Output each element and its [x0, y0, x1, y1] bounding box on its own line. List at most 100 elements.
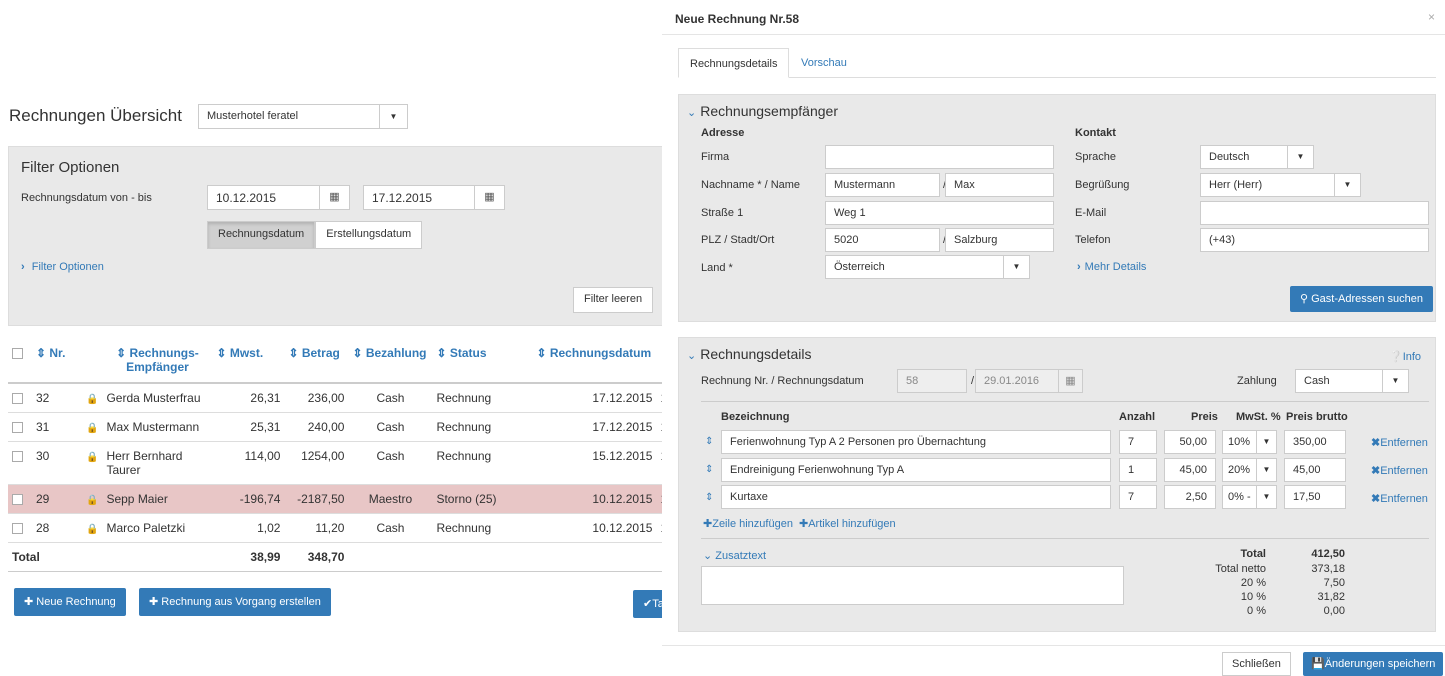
email-input[interactable] — [1200, 201, 1429, 225]
country-label: Land * — [701, 262, 733, 274]
invoice-nr: 29 — [32, 484, 82, 514]
details-heading-text: Rechnungsdetails — [700, 346, 812, 362]
info-link[interactable]: ❔Info — [1389, 350, 1421, 363]
select-all-checkbox[interactable] — [12, 348, 23, 360]
calendar-icon[interactable]: ▦ — [474, 186, 504, 209]
tab-invoice-details[interactable]: Rechnungsdetails — [678, 48, 790, 78]
new-invoice-modal: Neue Rechnung Nr.58 × Rechnungsdetails V… — [662, 0, 1445, 676]
drag-handle-icon[interactable]: ⇕ — [705, 492, 713, 503]
toggle-invoice-date[interactable]: Rechnungsdatum — [207, 221, 316, 249]
country-select[interactable]: Österreich ▼ — [825, 255, 1030, 279]
clear-filter-button[interactable]: Filter leeren — [573, 287, 654, 313]
table-row[interactable]: 30 🔒 Herr Bernhard Taurer 114,00 1254,00… — [8, 441, 670, 485]
filter-options-link[interactable]: › Filter Optionen — [21, 261, 104, 273]
line-quantity-input[interactable]: 7 — [1119, 430, 1157, 454]
extra-text-area[interactable] — [701, 566, 1124, 605]
line-price-input[interactable]: 2,50 — [1164, 485, 1216, 509]
info-label: Info — [1402, 351, 1422, 363]
chevron-down-icon: ⌄ — [687, 107, 697, 119]
col-quantity: Anzahl — [1119, 411, 1156, 423]
line-tax-select[interactable]: 20% ▼ — [1222, 458, 1277, 482]
extra-text-toggle[interactable]: ⌄ Zusatztext — [703, 549, 766, 562]
save-changes-button[interactable]: 💾Änderungen speichern — [1303, 652, 1444, 676]
company-input[interactable] — [825, 145, 1054, 169]
summary-value: 31,82 — [1317, 591, 1345, 603]
recipient-heading[interactable]: ⌄ Rechnungsempfänger — [687, 103, 838, 119]
line-tax-value: 20% — [1228, 464, 1251, 476]
close-button[interactable]: Schließen — [1222, 652, 1291, 676]
row-checkbox[interactable] — [12, 422, 23, 434]
line-quantity-input[interactable]: 7 — [1119, 485, 1157, 509]
more-details-link[interactable]: › Mehr Details — [1077, 261, 1146, 273]
remove-line-button[interactable]: ✖Entfernen — [1371, 464, 1428, 477]
hotel-select[interactable]: Musterhotel feratel ▼ — [198, 104, 408, 129]
table-row[interactable]: 32 🔒 Gerda Musterfrau 26,31 236,00 Cash … — [8, 383, 670, 413]
col-recipient[interactable]: ⇕ Rechnungs-Empfänger — [102, 342, 213, 384]
line-tax-select[interactable]: 10% ▼ — [1222, 430, 1277, 454]
line-gross-input[interactable]: 45,00 — [1284, 458, 1346, 482]
line-description-input[interactable]: Ferienwohnung Typ A 2 Personen pro Übern… — [721, 430, 1111, 454]
search-guest-button[interactable]: ⚲ Gast-Adressen suchen — [1290, 286, 1434, 312]
country-value: Österreich — [834, 261, 885, 273]
remove-line-button[interactable]: ✖Entfernen — [1371, 436, 1428, 449]
invoice-recipient: Marco Paletzki — [102, 513, 213, 543]
invoice-date: 17.12.2015 — [532, 412, 657, 442]
drag-handle-icon[interactable]: ⇕ — [705, 464, 713, 475]
col-nr[interactable]: ⇕ Nr. — [32, 342, 82, 384]
row-checkbox[interactable] — [12, 393, 23, 405]
date-to-input[interactable]: 17.12.2015 ▦ — [363, 185, 505, 210]
calendar-icon[interactable]: ▦ — [319, 186, 349, 209]
zip-input[interactable]: 5020 — [825, 228, 940, 252]
line-description-input[interactable]: Kurtaxe — [721, 485, 1111, 509]
greeting-select[interactable]: Herr (Herr) ▼ — [1200, 173, 1361, 197]
drag-handle-icon[interactable]: ⇕ — [705, 436, 713, 447]
close-icon[interactable]: × — [1428, 10, 1435, 24]
tab-preview[interactable]: Vorschau — [790, 48, 858, 78]
add-line-link[interactable]: ✚Zeile hinzufügen — [703, 517, 793, 530]
toggle-created-date[interactable]: Erstellungsdatum — [315, 221, 423, 249]
invoice-amount: -2187,50 — [284, 484, 349, 514]
invoice-date: 10.12.2015 — [532, 513, 657, 543]
details-heading[interactable]: ⌄ Rechnungsdetails — [687, 346, 812, 362]
date-from-input[interactable]: 10.12.2015 ▦ — [207, 185, 350, 210]
col-date[interactable]: ⇕ Rechnungsdatum — [532, 342, 657, 384]
row-checkbox[interactable] — [12, 451, 23, 463]
line-price-input[interactable]: 50,00 — [1164, 430, 1216, 454]
date-to-value: 17.12.2015 — [372, 191, 433, 205]
language-value: Deutsch — [1209, 151, 1250, 163]
line-price-input[interactable]: 45,00 — [1164, 458, 1216, 482]
language-select[interactable]: Deutsch ▼ — [1200, 145, 1314, 169]
more-details-label: Mehr Details — [1084, 261, 1147, 273]
line-gross-input[interactable]: 350,00 — [1284, 430, 1346, 454]
first-name-input[interactable]: Max — [945, 173, 1054, 197]
row-checkbox[interactable] — [12, 523, 23, 535]
line-description-input[interactable]: Endreinigung Ferienwohnung Typ A — [721, 458, 1111, 482]
total-label: Total — [8, 542, 213, 572]
col-amount[interactable]: ⇕ Betrag — [284, 342, 349, 384]
phone-input[interactable]: (+43) — [1200, 228, 1429, 252]
invoice-from-process-button[interactable]: ✚ Rechnung aus Vorgang erstellen — [139, 588, 331, 616]
payment-select[interactable]: Cash ▼ — [1295, 369, 1409, 393]
row-checkbox[interactable] — [12, 494, 23, 506]
filter-panel: Filter Optionen Rechnungsdatum von - bis… — [8, 146, 670, 326]
city-input[interactable]: Salzburg — [945, 228, 1054, 252]
table-row[interactable]: 28 🔒 Marco Paletzki 1,02 11,20 Cash Rech… — [8, 513, 670, 543]
invoice-nr: 32 — [32, 383, 82, 413]
col-status[interactable]: ⇕ Status — [432, 342, 533, 384]
col-payment[interactable]: ⇕ Bezahlung — [348, 342, 433, 384]
line-quantity-input[interactable]: 1 — [1119, 458, 1157, 482]
invoice-amount: 240,00 — [284, 412, 349, 442]
chevron-down-icon: ▼ — [379, 105, 407, 128]
last-name-input[interactable]: Mustermann — [825, 173, 940, 197]
line-gross-input[interactable]: 17,50 — [1284, 485, 1346, 509]
street-input[interactable]: Weg 1 — [825, 201, 1054, 225]
add-article-link[interactable]: ✚Artikel hinzufügen — [799, 517, 896, 530]
table-row[interactable]: 31 🔒 Max Mustermann 25,31 240,00 Cash Re… — [8, 412, 670, 442]
invoice-date-input: 29.01.2016 ▦ — [975, 369, 1083, 393]
new-invoice-button[interactable]: ✚ Neue Rechnung — [14, 588, 126, 616]
remove-line-button[interactable]: ✖Entfernen — [1371, 492, 1428, 505]
col-tax[interactable]: ⇕ Mwst. — [212, 342, 285, 384]
invoice-amount: 236,00 — [284, 383, 349, 413]
table-row[interactable]: 29 🔒 Sepp Maier -196,74 -2187,50 Maestro… — [8, 484, 670, 514]
line-tax-select[interactable]: 0% - ▼ — [1222, 485, 1277, 509]
